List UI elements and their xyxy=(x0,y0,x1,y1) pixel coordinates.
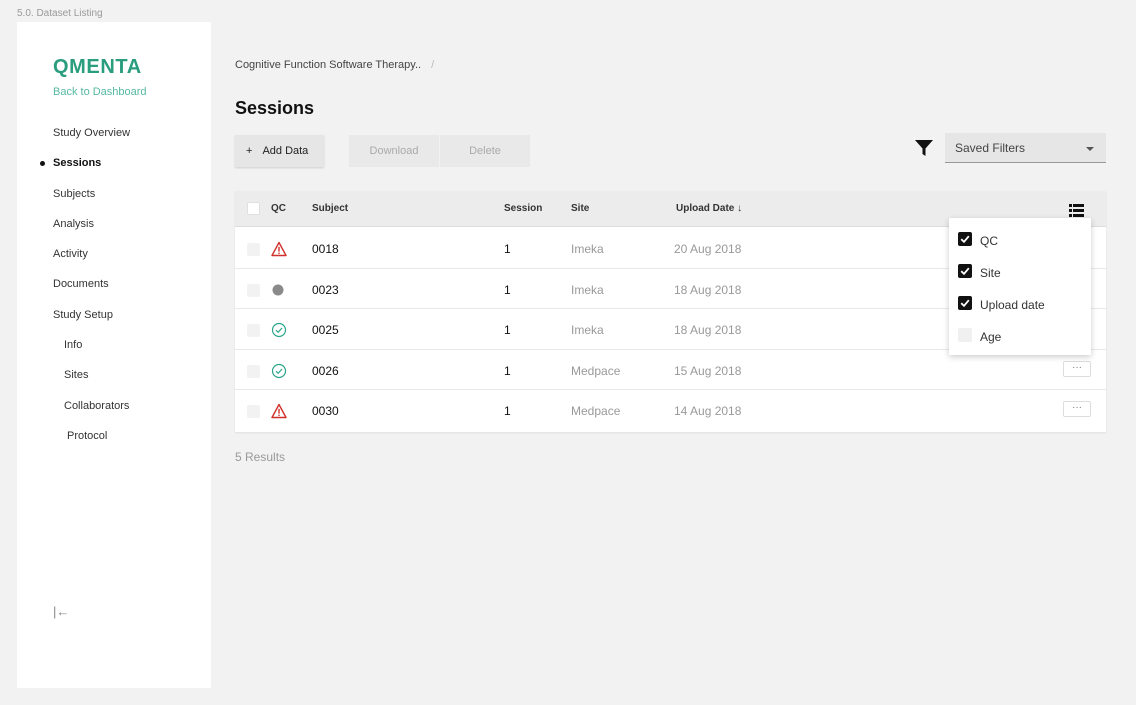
sidebar-item-label: Protocol xyxy=(67,429,108,442)
sidebar-item-label: Info xyxy=(64,339,83,352)
cell-session: 1 xyxy=(504,242,511,256)
cell-upload-date: 14 Aug 2018 xyxy=(674,404,742,419)
column-list-icon[interactable] xyxy=(1069,204,1084,217)
collapse-sidebar-icon[interactable]: |← xyxy=(53,604,69,619)
warning-icon xyxy=(271,404,287,419)
results-count: 5 Results xyxy=(235,450,286,464)
sidebar-item-label: Sites xyxy=(64,369,89,382)
back-to-dashboard-link[interactable]: Back to Dashboard xyxy=(53,86,147,98)
sidebar-item-protocol[interactable]: Protocol xyxy=(17,421,211,451)
warning-icon xyxy=(271,241,287,257)
cell-upload-date: 18 Aug 2018 xyxy=(674,282,742,297)
cell-session: 1 xyxy=(504,282,511,297)
sidebar-item-study-setup[interactable]: Study Setup xyxy=(17,300,211,330)
cell-upload-date: 15 Aug 2018 xyxy=(674,363,742,378)
delete-button[interactable]: Delete xyxy=(440,135,530,167)
cell-upload-date: 18 Aug 2018 xyxy=(674,323,742,338)
checkbox-checked-icon[interactable] xyxy=(958,264,972,278)
add-data-label: Add Data xyxy=(262,145,309,157)
header-site[interactable]: Site xyxy=(571,203,589,214)
sidebar-nav: Study Overview Sessions Subjects Analysi… xyxy=(17,118,211,451)
cell-site: Imeka xyxy=(571,242,604,256)
sidebar-item-info[interactable]: Info xyxy=(17,330,211,360)
column-option-upload-date[interactable]: Upload date xyxy=(949,290,1091,322)
cell-subject[interactable]: 0026 xyxy=(312,364,339,378)
pending-dot-icon xyxy=(272,284,284,296)
cell-upload-date: 20 Aug 2018 xyxy=(674,242,742,256)
check-circle-icon xyxy=(271,323,287,338)
row-checkbox[interactable] xyxy=(247,283,260,297)
sidebar-item-label: Analysis xyxy=(53,217,94,230)
cell-site: Medpace xyxy=(571,363,621,378)
cell-site: Imeka xyxy=(571,323,604,338)
funnel-icon[interactable] xyxy=(914,138,934,158)
column-option-age[interactable]: Age xyxy=(949,322,1091,354)
sidebar-item-label: Subjects xyxy=(53,187,96,200)
row-checkbox[interactable] xyxy=(247,243,260,256)
sidebar-item-analysis[interactable]: Analysis xyxy=(17,209,211,239)
breadcrumb: Cognitive Function Software Therapy.. / xyxy=(235,59,434,71)
sidebar-item-label: Sessions xyxy=(53,157,102,170)
checkbox-checked-icon[interactable] xyxy=(958,296,972,310)
plus-icon: + xyxy=(246,145,253,157)
row-checkbox[interactable] xyxy=(247,405,260,419)
saved-filters-value: Saved Filters xyxy=(955,141,1026,155)
cell-site: Medpace xyxy=(571,404,621,419)
add-data-button[interactable]: + Add Data xyxy=(235,135,324,167)
cell-subject[interactable]: 0018 xyxy=(312,242,339,256)
page-title: Sessions xyxy=(235,98,315,118)
row-more-button[interactable]: ··· xyxy=(1063,360,1091,377)
logo: QMENTA xyxy=(53,56,142,78)
cell-subject[interactable]: 0023 xyxy=(312,283,339,297)
header-upload-date[interactable]: Upload Date ↓ xyxy=(676,203,742,214)
sidebar-item-documents[interactable]: Documents xyxy=(17,269,211,299)
cell-session: 1 xyxy=(504,323,511,338)
row-checkbox[interactable] xyxy=(247,324,260,338)
sidebar-item-label: Activity xyxy=(53,248,88,261)
checkbox-checked-icon[interactable] xyxy=(958,232,972,246)
table-row[interactable]: 0030 1 Medpace 14 Aug 2018 ··· xyxy=(235,390,1106,431)
sidebar: QMENTA Back to Dashboard Study Overview … xyxy=(17,22,211,688)
breadcrumb-study[interactable]: Cognitive Function Software Therapy.. xyxy=(235,59,421,71)
sidebar-item-collaborators[interactable]: Collaborators xyxy=(17,391,211,421)
check-circle-icon xyxy=(271,363,287,378)
saved-filters-select[interactable]: Saved Filters xyxy=(945,133,1106,163)
column-picker-popover: QC Site Upload date Age xyxy=(949,218,1091,355)
sidebar-item-label: Study Overview xyxy=(53,127,131,139)
sidebar-item-subjects[interactable]: Subjects xyxy=(17,179,211,209)
column-option-label: Age xyxy=(980,330,1002,344)
cell-session: 1 xyxy=(504,404,511,419)
column-option-site[interactable]: Site xyxy=(949,258,1091,290)
column-option-label: Upload date xyxy=(980,298,1045,312)
row-checkbox[interactable] xyxy=(247,364,260,378)
frame-label: 5.0. Dataset Listing xyxy=(17,8,103,19)
cell-subject[interactable]: 0025 xyxy=(312,323,339,337)
breadcrumb-separator: / xyxy=(431,59,435,71)
table-row[interactable]: 0026 1 Medpace 15 Aug 2018 ··· xyxy=(235,350,1106,391)
active-dot-icon xyxy=(40,161,45,167)
sidebar-item-sites[interactable]: Sites xyxy=(17,360,211,390)
sidebar-item-label: Collaborators xyxy=(64,399,130,412)
cell-subject[interactable]: 0030 xyxy=(312,404,339,418)
sidebar-item-activity[interactable]: Activity xyxy=(17,239,211,269)
header-subject[interactable]: Subject xyxy=(312,203,348,214)
cell-session: 1 xyxy=(504,363,511,378)
cell-site: Imeka xyxy=(571,282,604,297)
header-session[interactable]: Session xyxy=(504,203,542,214)
download-button[interactable]: Download xyxy=(349,135,439,167)
checkbox-unchecked-icon[interactable] xyxy=(958,328,972,342)
sidebar-item-study-overview[interactable]: Study Overview xyxy=(17,118,211,148)
column-option-label: Site xyxy=(980,266,1001,280)
header-qc[interactable]: QC xyxy=(271,203,286,214)
column-option-qc[interactable]: QC xyxy=(949,226,1091,258)
chevron-down-icon xyxy=(1086,147,1094,151)
column-option-label: QC xyxy=(980,234,998,248)
row-more-button[interactable]: ··· xyxy=(1063,401,1091,418)
sidebar-item-label: Documents xyxy=(53,278,109,291)
sidebar-item-label: Study Setup xyxy=(53,308,113,321)
sidebar-item-sessions[interactable]: Sessions xyxy=(17,148,211,178)
select-all-checkbox[interactable] xyxy=(247,202,260,215)
